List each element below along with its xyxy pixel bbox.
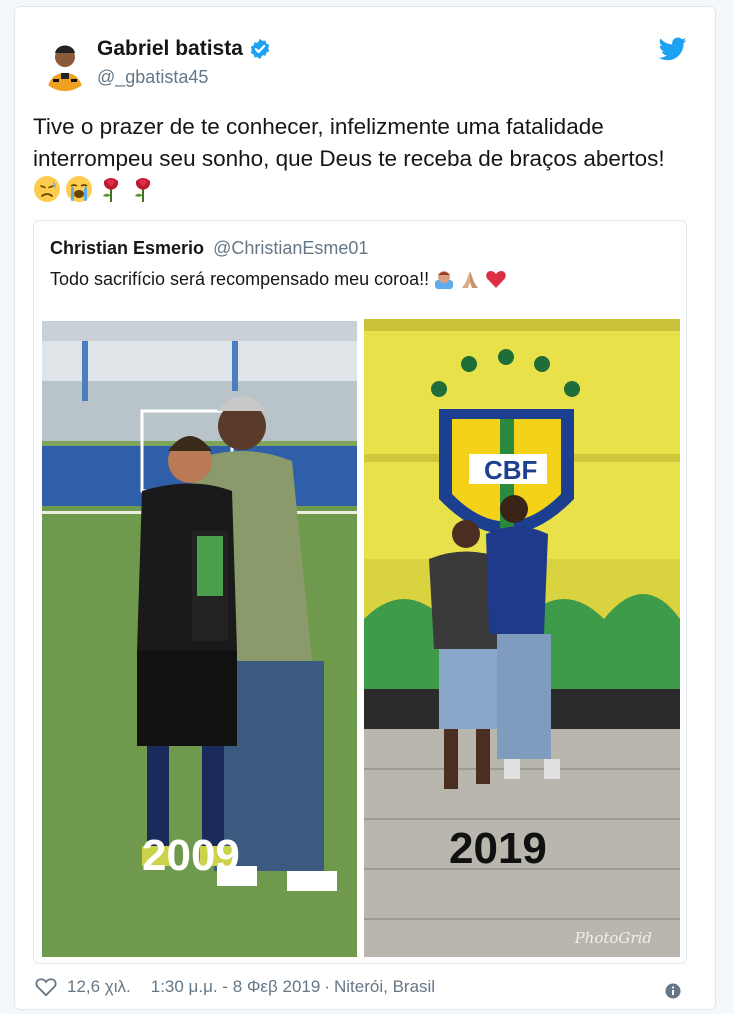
tweet-timestamp[interactable]: 1:30 μ.μ. - 8 Φεβ 2019 — [151, 977, 321, 997]
quoted-author-handle: @ChristianEsme01 — [213, 238, 369, 258]
author-name-row: Gabriel batista — [97, 37, 271, 61]
photo-2009[interactable]: 2009 — [42, 321, 357, 957]
info-icon[interactable] — [665, 983, 681, 999]
quoted-text-row: Todo sacrifício será recompensado meu co… — [50, 268, 507, 290]
quoted-header: Christian Esmerio @ChristianEsme01 — [50, 238, 368, 259]
photo-2019[interactable]: CBF 2019 PhotoGrid — [364, 319, 680, 957]
footer-separator: · — [324, 977, 330, 996]
tweet-card: Gabriel batista @_gbatista45 Tive o praz… — [14, 6, 716, 1010]
folded-hands-icon — [462, 271, 479, 288]
tweet-text: Tive o prazer de te conhecer, infelizmen… — [33, 114, 665, 171]
author-name[interactable]: Gabriel batista — [97, 37, 243, 61]
like-heart-icon[interactable] — [35, 977, 57, 997]
photo-watermark: PhotoGrid — [574, 929, 652, 947]
tweet-location[interactable]: Niterói, Brasil — [334, 977, 435, 997]
verified-badge-icon — [250, 38, 270, 60]
photo-left-year: 2009 — [142, 831, 240, 880]
quoted-tweet[interactable]: Christian Esmerio @ChristianEsme01 Todo … — [33, 220, 687, 964]
tweet-footer: 12,6 χιλ. 1:30 μ.μ. - 8 Φεβ 2019 · Niter… — [35, 977, 435, 997]
quoted-text: Todo sacrifício será recompensado meu co… — [50, 268, 430, 289]
loudly-crying-face-icon — [66, 176, 92, 202]
quoted-author-name: Christian Esmerio — [50, 238, 205, 258]
author-handle[interactable]: @_gbatista45 — [97, 67, 208, 88]
person-bowing-icon — [435, 271, 454, 289]
red-heart-icon — [486, 271, 506, 288]
rose-icon — [135, 178, 151, 202]
disappointed-face-icon — [34, 176, 60, 202]
bus-logo-text: CBF — [484, 455, 538, 485]
twitter-bird-icon[interactable] — [659, 37, 687, 61]
like-count[interactable]: 12,6 χιλ. — [67, 977, 131, 997]
author-avatar[interactable] — [37, 35, 93, 91]
photo-right-year: 2019 — [449, 824, 547, 873]
rose-icon — [103, 178, 119, 202]
tweet-emojis — [33, 175, 157, 203]
